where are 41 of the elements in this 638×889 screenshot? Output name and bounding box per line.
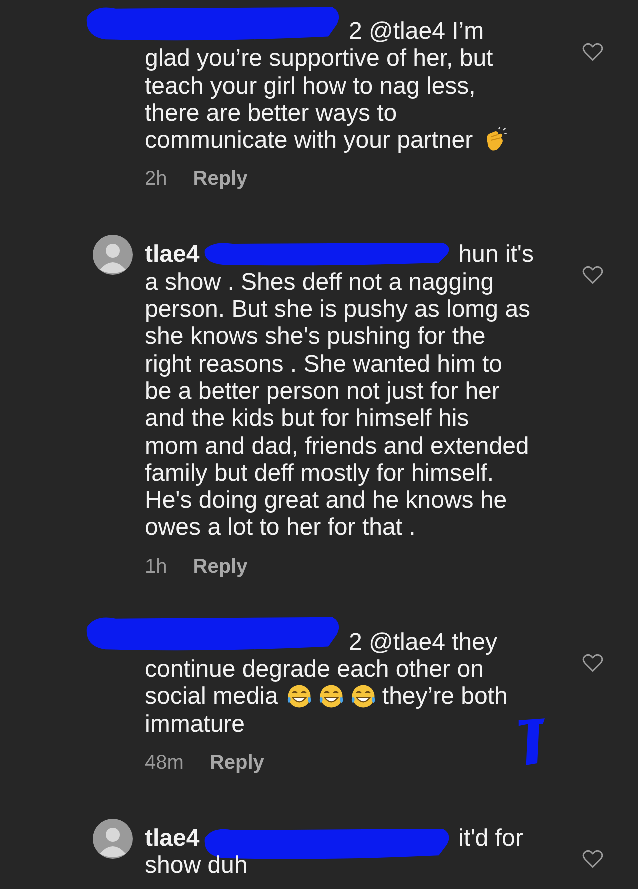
reply-link[interactable]: Reply [193,166,248,192]
comment-text: 2 @tlae4 I’m [349,18,484,46]
heart-icon[interactable] [582,848,604,869]
timestamp: 1h [145,554,168,580]
avatar[interactable] [93,235,133,276]
reply-link[interactable]: Reply [210,750,264,776]
heart-icon[interactable] [582,652,604,673]
comment-text: she knows she's pushing for the [145,323,486,351]
comment-text: be a better person not just for her [145,378,500,406]
comment-text: right reasons . She wanted him to [145,350,503,378]
laughing-face-icon [286,683,314,710]
timestamp: 48m [145,750,184,776]
laughing-face-icon [350,683,378,710]
timestamp: 2h [145,167,168,192]
comment-text: family but deff mostly for himself. [145,460,494,488]
username[interactable]: tlae4 [145,241,200,269]
comment-text: 2 @tlae4 they [349,628,498,656]
comment-text: communicate with your partner [145,127,474,154]
comment-text: show duh [145,852,248,880]
comment-text: He's doing great and he knows he [145,487,508,514]
comment-text: it'd for [458,824,524,852]
heart-icon[interactable] [582,42,604,62]
comment-text: there are better ways to [145,100,398,128]
reply-link[interactable]: Reply [193,554,248,580]
comment-text: they’re both [382,683,508,711]
comment-text: immature [145,710,246,738]
avatar[interactable] [93,818,133,859]
comment-text: owes a lot to her for that . [145,514,416,542]
comment-text: glad you’re supportive of her, but [145,45,494,73]
heart-icon[interactable] [582,265,604,286]
comment-text: hun it's [458,241,534,269]
username[interactable]: tlae4 [145,824,200,852]
laughing-face-icon [318,683,346,710]
comment-text: teach your girl how to nag less, [145,72,476,100]
comment-text: person. But she is pushy as lomg as [145,296,531,324]
comment-text: social media [145,683,278,711]
redaction-mark [517,718,545,766]
comment-text: continue degrade each other on [145,656,484,684]
comment-text: a show . Shes deff not a nagging [145,268,494,296]
comment-text: mom and dad, friends and extended [145,432,530,460]
comment-text: and the kids but for himself his [145,405,470,433]
